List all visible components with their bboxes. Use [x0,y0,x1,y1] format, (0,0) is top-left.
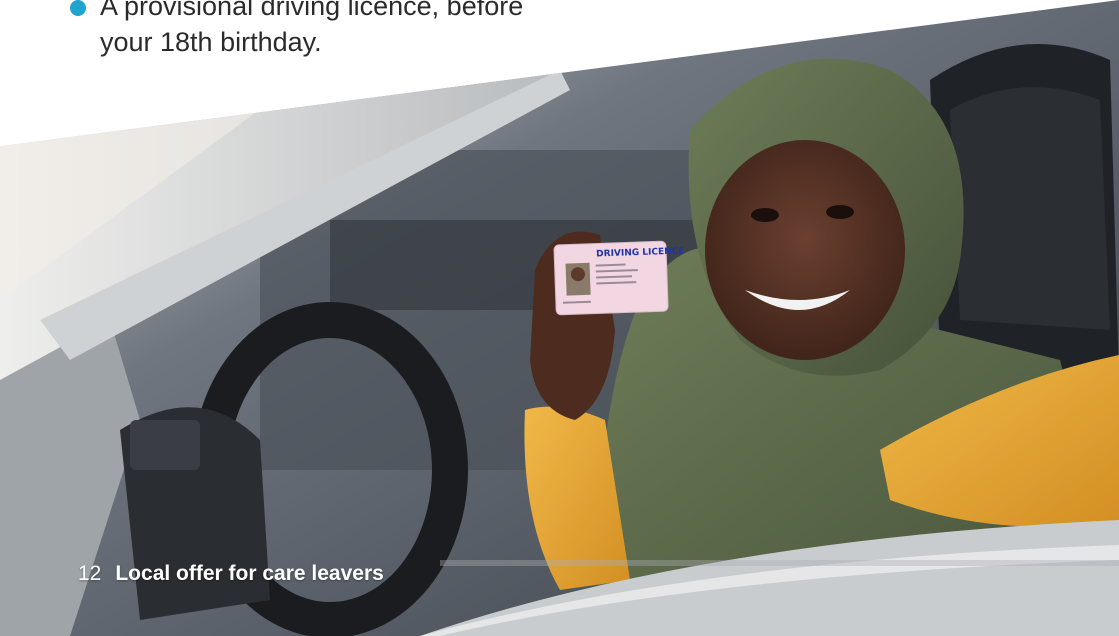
page-number: 12 [78,562,102,585]
driving-licence-card: DRIVING LICENCE [553,240,685,316]
footer-title: Local offer for care leavers [115,562,384,585]
bullet-line-1: A provisional driving licence, before [100,0,524,21]
page: A provisional driving licence, before yo… [0,0,1119,636]
page-footer: 12 Local offer for care leavers [78,562,384,586]
hero-photo: DRIVING LICENCE [0,0,1119,636]
car-photo-illustration: DRIVING LICENCE [0,0,1119,636]
bullet-line-2: your 18th birthday. [100,27,322,57]
bullet-dot-icon [70,0,86,16]
